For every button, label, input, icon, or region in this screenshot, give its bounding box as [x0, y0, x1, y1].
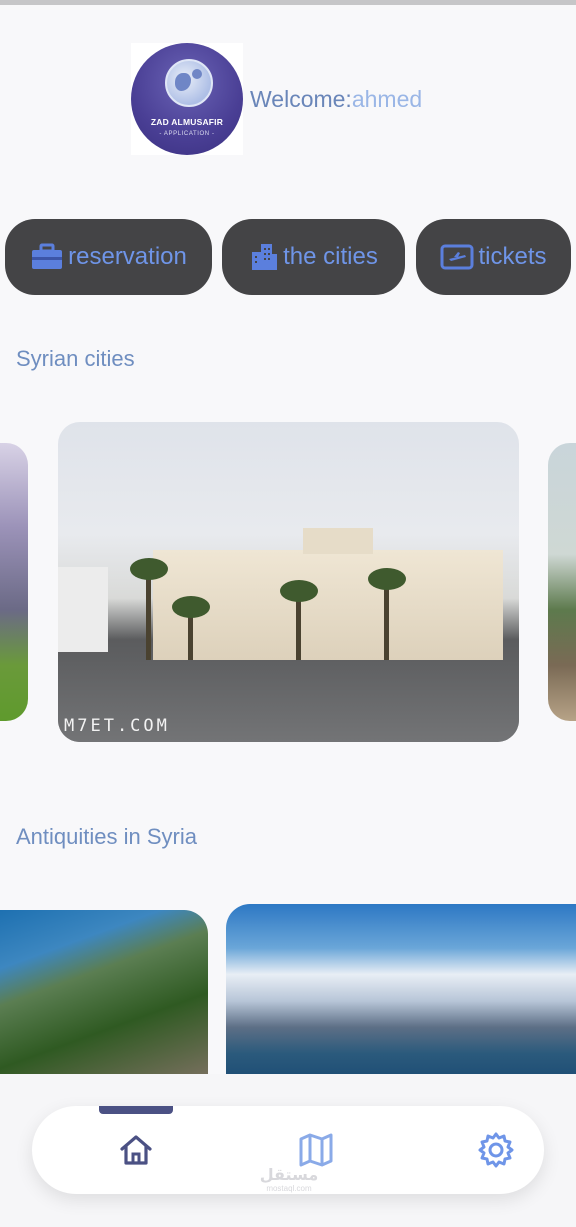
reservation-label: reservation — [68, 243, 187, 270]
status-bar-divider — [0, 0, 576, 5]
brand-latin: mostaql.com — [266, 1184, 312, 1193]
section-title-antiquities: Antiquities in Syria — [16, 824, 197, 849]
logo-title: ZAD ALMUSAFIR — [150, 117, 224, 127]
antiquity-image-2[interactable] — [226, 904, 576, 1080]
reservation-button[interactable]: reservation — [5, 219, 212, 295]
home-icon[interactable] — [116, 1128, 156, 1172]
briefcase-icon — [30, 243, 64, 271]
cities-label: the cities — [283, 243, 378, 270]
photo-building-left — [58, 567, 108, 652]
brand-watermark: مستقل mostaql.com — [253, 1168, 325, 1194]
logo-badge: ZAD ALMUSAFIR - APPLICATION - — [131, 43, 243, 155]
photo-palm — [384, 582, 389, 662]
image-watermark: M7ET.COM — [64, 716, 170, 736]
antiquity-image-1[interactable] — [0, 910, 208, 1080]
welcome-label: Welcome: — [250, 86, 352, 112]
globe-icon — [165, 59, 213, 107]
tickets-label: tickets — [478, 243, 547, 270]
settings-icon[interactable] — [476, 1128, 516, 1172]
photo-palm-fronds — [368, 568, 406, 590]
photo-palm — [296, 592, 301, 662]
app-logo: ZAD ALMUSAFIR - APPLICATION - — [131, 43, 243, 155]
map-icon[interactable] — [296, 1128, 336, 1172]
photo-palm-fronds — [130, 558, 168, 580]
city-image-prev[interactable] — [0, 443, 28, 721]
photo-palm-fronds — [172, 596, 210, 618]
username: ahmed — [351, 86, 423, 112]
cities-button[interactable]: the cities — [222, 219, 405, 295]
welcome-text: Welcome:ahmed — [250, 86, 422, 113]
nav-active-indicator — [99, 1106, 173, 1114]
section-title-cities: Syrian cities — [16, 346, 135, 371]
buildings-icon — [249, 242, 279, 272]
city-image-next[interactable] — [548, 443, 576, 721]
city-image-current[interactable]: M7ET.COM — [58, 422, 519, 742]
logo-subtitle: - APPLICATION - — [159, 131, 215, 137]
tickets-button[interactable]: tickets — [416, 219, 571, 295]
photo-palm-fronds — [280, 580, 318, 602]
brand-arabic: مستقل — [259, 1167, 319, 1184]
photo-palm — [146, 572, 151, 662]
ticket-plane-icon — [440, 244, 474, 270]
